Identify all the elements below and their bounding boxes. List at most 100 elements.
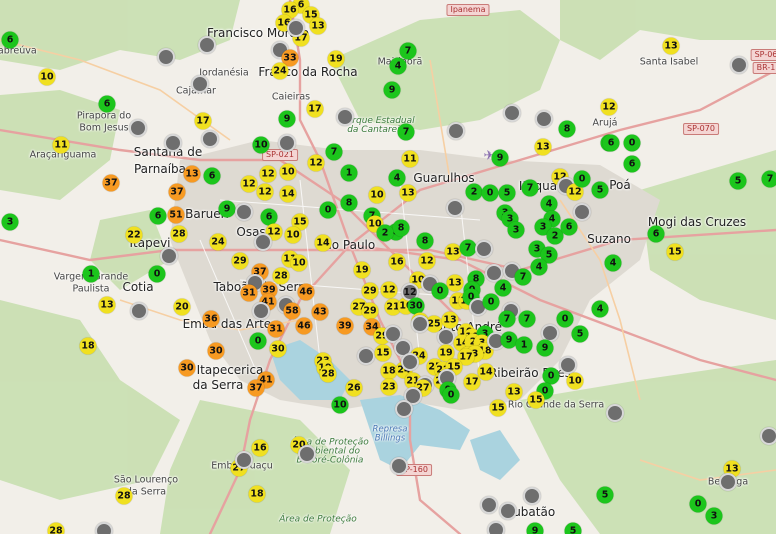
station-marker[interactable] (401, 353, 419, 371)
station-marker[interactable]: 15 (489, 399, 507, 417)
station-marker[interactable] (235, 203, 253, 221)
station-marker[interactable] (475, 240, 493, 258)
station-marker[interactable] (523, 487, 541, 505)
station-marker[interactable]: 28 (272, 267, 290, 285)
station-marker[interactable]: 7 (397, 123, 415, 141)
station-marker[interactable]: 24 (271, 62, 289, 80)
station-marker[interactable]: 17 (194, 112, 212, 130)
station-marker[interactable]: 7 (459, 239, 477, 257)
station-marker[interactable]: 13 (505, 383, 523, 401)
station-marker[interactable]: 2 (376, 224, 394, 242)
station-marker[interactable]: 7 (518, 310, 536, 328)
station-marker[interactable]: 0 (573, 170, 591, 188)
station-marker[interactable]: 12 (259, 165, 277, 183)
station-marker[interactable] (446, 199, 464, 217)
station-marker[interactable]: 26 (345, 379, 363, 397)
station-marker[interactable] (606, 404, 624, 422)
station-marker[interactable]: 0 (319, 201, 337, 219)
station-marker[interactable] (719, 473, 737, 491)
station-marker[interactable]: 9 (278, 110, 296, 128)
station-marker[interactable]: 37 (102, 174, 120, 192)
station-marker[interactable]: 51 (167, 206, 185, 224)
station-marker[interactable] (164, 134, 182, 152)
station-marker[interactable] (447, 122, 465, 140)
station-marker[interactable]: 19 (353, 261, 371, 279)
station-marker[interactable]: 0 (431, 282, 449, 300)
station-marker[interactable]: 58 (283, 302, 301, 320)
station-marker[interactable] (336, 108, 354, 126)
station-marker[interactable]: 2 (465, 183, 483, 201)
station-marker[interactable] (287, 19, 305, 37)
station-marker[interactable] (130, 302, 148, 320)
station-marker[interactable] (252, 302, 270, 320)
station-marker[interactable]: 9 (536, 339, 554, 357)
station-marker[interactable]: 39 (336, 317, 354, 335)
station-marker[interactable] (499, 502, 517, 520)
station-marker[interactable]: 1 (82, 265, 100, 283)
station-marker[interactable]: 0 (556, 310, 574, 328)
station-marker[interactable]: 31 (267, 320, 285, 338)
station-marker[interactable]: 28 (319, 365, 337, 383)
station-marker[interactable]: 6 (203, 167, 221, 185)
station-marker[interactable]: 46 (295, 317, 313, 335)
station-marker[interactable]: 0 (148, 265, 166, 283)
station-marker[interactable]: 20 (173, 298, 191, 316)
station-marker[interactable]: 7 (399, 42, 417, 60)
station-marker[interactable]: 10 (566, 372, 584, 390)
station-marker[interactable]: 13 (399, 184, 417, 202)
station-marker[interactable]: 8 (416, 232, 434, 250)
station-marker[interactable]: 29 (361, 282, 379, 300)
station-marker[interactable]: 12 (240, 175, 258, 193)
station-marker[interactable]: 46 (297, 283, 315, 301)
station-marker[interactable]: 10 (279, 163, 297, 181)
station-marker[interactable]: 16 (388, 253, 406, 271)
station-marker[interactable]: 13 (98, 296, 116, 314)
station-marker[interactable]: 3 (1, 213, 19, 231)
station-marker[interactable]: 6 (149, 207, 167, 225)
station-marker[interactable]: 31 (240, 284, 258, 302)
station-marker[interactable]: 28 (170, 225, 188, 243)
station-marker[interactable]: 37 (168, 183, 186, 201)
station-marker[interactable]: 8 (392, 219, 410, 237)
station-marker[interactable]: 0 (442, 386, 460, 404)
station-marker[interactable] (298, 445, 316, 463)
station-marker[interactable]: 4 (591, 300, 609, 318)
station-marker[interactable]: 7 (325, 143, 343, 161)
station-marker[interactable]: 4 (389, 57, 407, 75)
station-marker[interactable]: 5 (498, 184, 516, 202)
station-marker[interactable]: 18 (79, 337, 97, 355)
station-marker[interactable]: 17 (463, 373, 481, 391)
station-marker[interactable] (235, 451, 253, 469)
station-marker[interactable]: 13 (309, 17, 327, 35)
station-marker[interactable] (198, 36, 216, 54)
station-marker[interactable]: 0 (623, 134, 641, 152)
station-marker[interactable]: 7 (761, 170, 776, 188)
station-marker[interactable]: 29 (361, 302, 379, 320)
station-marker[interactable]: 9 (491, 149, 509, 167)
station-marker[interactable] (503, 104, 521, 122)
station-marker[interactable] (254, 233, 272, 251)
station-marker[interactable]: 15 (666, 243, 684, 261)
station-marker[interactable]: 13 (534, 138, 552, 156)
station-marker[interactable]: 4 (388, 169, 406, 187)
station-marker[interactable] (487, 521, 505, 534)
station-marker[interactable]: 12 (307, 154, 325, 172)
station-marker[interactable]: 5 (564, 522, 582, 534)
station-marker[interactable]: 9 (526, 522, 544, 534)
station-marker[interactable] (357, 347, 375, 365)
station-marker[interactable]: 3 (705, 507, 723, 525)
station-marker[interactable]: 10 (331, 396, 349, 414)
station-marker[interactable]: 37 (247, 379, 265, 397)
station-marker[interactable]: 14 (314, 234, 332, 252)
station-marker[interactable]: 0 (481, 184, 499, 202)
station-marker[interactable]: 13 (183, 165, 201, 183)
station-marker[interactable]: 15 (374, 344, 392, 362)
station-marker[interactable]: 6 (647, 225, 665, 243)
station-marker[interactable]: 14 (279, 185, 297, 203)
station-marker[interactable]: 6 (560, 218, 578, 236)
station-marker[interactable]: 30 (178, 359, 196, 377)
station-marker[interactable]: 13 (662, 37, 680, 55)
station-marker[interactable] (437, 328, 455, 346)
station-marker[interactable]: 7 (514, 268, 532, 286)
station-marker[interactable]: 12 (600, 98, 618, 116)
